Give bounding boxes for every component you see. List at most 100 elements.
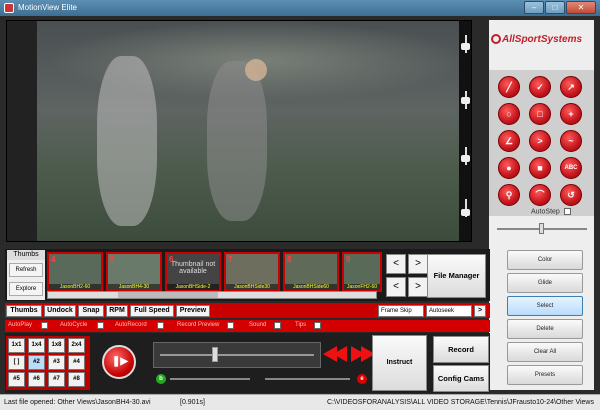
- cam-8-button[interactable]: #8: [68, 372, 85, 387]
- logo-ring-icon: [491, 34, 501, 45]
- magnifier-tool-icon[interactable]: ⚲: [498, 184, 520, 206]
- thumbs-toggle-button[interactable]: Thumbs: [6, 305, 42, 317]
- slider-knob-3[interactable]: [461, 155, 470, 162]
- begin-marker-icon[interactable]: b: [156, 374, 166, 384]
- rectangle-tool-icon[interactable]: □: [529, 103, 551, 125]
- thumbnail-6[interactable]: 6 Thumbnail not available JasonBHSide-2: [165, 252, 221, 292]
- explore-button[interactable]: Explore: [9, 282, 43, 296]
- cam-3-button[interactable]: #3: [48, 355, 65, 370]
- thumbnail-4[interactable]: 4 JasonBH2-60: [47, 252, 103, 292]
- frame-skip-dropdown[interactable]: Frame Skip: [378, 305, 424, 317]
- layout-1x1-button[interactable]: 1x1: [8, 338, 25, 353]
- video-viewport[interactable]: [6, 20, 472, 242]
- arc-tool-icon[interactable]: ⌒: [529, 184, 551, 206]
- thumbs-next-button[interactable]: >: [408, 254, 428, 274]
- thumbs-scrollbar-thumb[interactable]: [118, 292, 218, 298]
- chevron-tool-icon[interactable]: >: [529, 130, 551, 152]
- thumbnail-caption: JasonBH4-30: [108, 284, 160, 290]
- cam-6-button[interactable]: #6: [28, 372, 45, 387]
- cam-4-button[interactable]: #4: [68, 355, 85, 370]
- thumbnail-9[interactable]: 9 JasonFH2-60: [342, 252, 382, 292]
- thumbs-prev-page-button[interactable]: <: [386, 277, 406, 297]
- logo-text: AllSportSystems: [502, 34, 583, 45]
- timeline-track[interactable]: [153, 342, 321, 368]
- slider-knob-1[interactable]: [461, 43, 470, 50]
- tips-label: Tips: [295, 322, 307, 328]
- thumbnail-5[interactable]: 5 JasonBH4-30: [106, 252, 162, 292]
- crosshair-tool-icon[interactable]: +: [560, 103, 582, 125]
- thumbnail-not-available-text: Thumbnail not available: [170, 261, 216, 275]
- layout-2x4-button[interactable]: 2x4: [68, 338, 85, 353]
- glide-button[interactable]: Glide: [507, 273, 583, 293]
- camera-layout-grid: 1x1 1x4 1x8 2x4 [ ] #2 #3 #4 #5 #6 #7 #8: [6, 336, 90, 390]
- undock-button[interactable]: Undock: [44, 305, 76, 317]
- thumbnail-7[interactable]: 7 JasonBHSide30: [224, 252, 280, 292]
- app-icon: [4, 3, 14, 13]
- text-tool-icon[interactable]: ABC: [560, 157, 582, 179]
- thumbs-prev-button[interactable]: <: [386, 254, 406, 274]
- undo-tool-icon[interactable]: ↺: [560, 184, 582, 206]
- end-slider-track: [265, 378, 350, 380]
- circle-tool-icon[interactable]: ○: [498, 103, 520, 125]
- line-tool-icon[interactable]: ╱: [498, 76, 520, 98]
- thumbnail-number: 6: [169, 255, 174, 264]
- sound-checkbox[interactable]: [274, 322, 281, 329]
- end-marker-icon[interactable]: e: [357, 374, 367, 384]
- autorecord-checkbox[interactable]: [157, 322, 164, 329]
- thumbnail-caption: JasonFH2-60: [344, 284, 380, 290]
- file-manager-button[interactable]: File Manager: [427, 254, 486, 298]
- slider-knob-2[interactable]: [461, 97, 470, 104]
- rewind-icon[interactable]: [333, 346, 347, 362]
- preview-button[interactable]: Preview: [176, 305, 210, 317]
- sound-label: Sound: [249, 322, 267, 328]
- cam-2-button[interactable]: #2: [28, 355, 45, 370]
- autostep-checkbox[interactable]: [563, 208, 571, 215]
- autoseek-dropdown[interactable]: Autoseek: [426, 305, 472, 317]
- record-preview-checkbox[interactable]: [227, 322, 234, 329]
- cam-5-button[interactable]: #5: [8, 372, 25, 387]
- autoplay-checkbox[interactable]: [41, 322, 48, 329]
- spot-tool-icon[interactable]: ●: [498, 157, 520, 179]
- square-tool-icon[interactable]: ■: [529, 157, 551, 179]
- record-button[interactable]: Record: [433, 336, 489, 363]
- arrow-tool-icon[interactable]: ↗: [560, 76, 582, 98]
- play-pause-button[interactable]: ❚▶: [102, 345, 136, 379]
- thumbs-scrollbar[interactable]: [47, 291, 377, 299]
- video-side-sliders: [459, 21, 471, 241]
- storage-path-text: C:\VIDEOSFORANALYSIS\ALL VIDEO STORAGE\T…: [326, 399, 594, 406]
- delete-button[interactable]: Delete: [507, 319, 583, 339]
- curve-tool-icon[interactable]: ~: [560, 130, 582, 152]
- check-tool-icon[interactable]: ✓: [529, 76, 551, 98]
- snap-button[interactable]: Snap: [78, 305, 104, 317]
- clear-all-button[interactable]: Clear All: [507, 342, 583, 362]
- size-slider-knob[interactable]: [539, 223, 544, 234]
- slider-knob-4[interactable]: [461, 209, 470, 216]
- ghost-player-figure: [97, 56, 157, 226]
- presets-button[interactable]: Presets: [507, 365, 583, 385]
- autocycle-checkbox[interactable]: [97, 322, 104, 329]
- thumbs-next-page-button[interactable]: >: [408, 277, 428, 297]
- maximize-button[interactable]: □: [545, 1, 565, 14]
- timeline-knob[interactable]: [212, 347, 218, 362]
- autostep-option[interactable]: AutoStep: [531, 208, 571, 215]
- layout-1x8-button[interactable]: 1x8: [48, 338, 65, 353]
- config-cams-button[interactable]: Config Cams: [433, 365, 489, 392]
- layout-1x4-button[interactable]: 1x4: [28, 338, 45, 353]
- cam-single-button[interactable]: [ ]: [8, 355, 25, 370]
- tips-checkbox[interactable]: [314, 322, 321, 329]
- right-tool-panel: AllSportSystems ╱ ✓ ↗ ○ □ + ∠ > ~ ● ■ AB…: [489, 20, 594, 390]
- status-bar: Last file opened: Other Views\JasonBH4-3…: [0, 394, 600, 410]
- autoseek-go-button[interactable]: >: [474, 305, 486, 317]
- full-speed-button[interactable]: Full Speed: [130, 305, 174, 317]
- begin-slider-track: [170, 378, 250, 380]
- rpm-button[interactable]: RPM: [106, 305, 128, 317]
- instruct-button[interactable]: Instruct: [372, 335, 427, 391]
- select-button[interactable]: Select: [507, 296, 583, 316]
- close-button[interactable]: ✕: [566, 1, 596, 14]
- color-button[interactable]: Color: [507, 250, 583, 270]
- minimize-button[interactable]: –: [524, 1, 544, 14]
- angle-tool-icon[interactable]: ∠: [498, 130, 520, 152]
- cam-7-button[interactable]: #7: [48, 372, 65, 387]
- thumbnail-8[interactable]: 8 JasonBHSide60: [283, 252, 339, 292]
- refresh-button[interactable]: Refresh: [9, 263, 43, 277]
